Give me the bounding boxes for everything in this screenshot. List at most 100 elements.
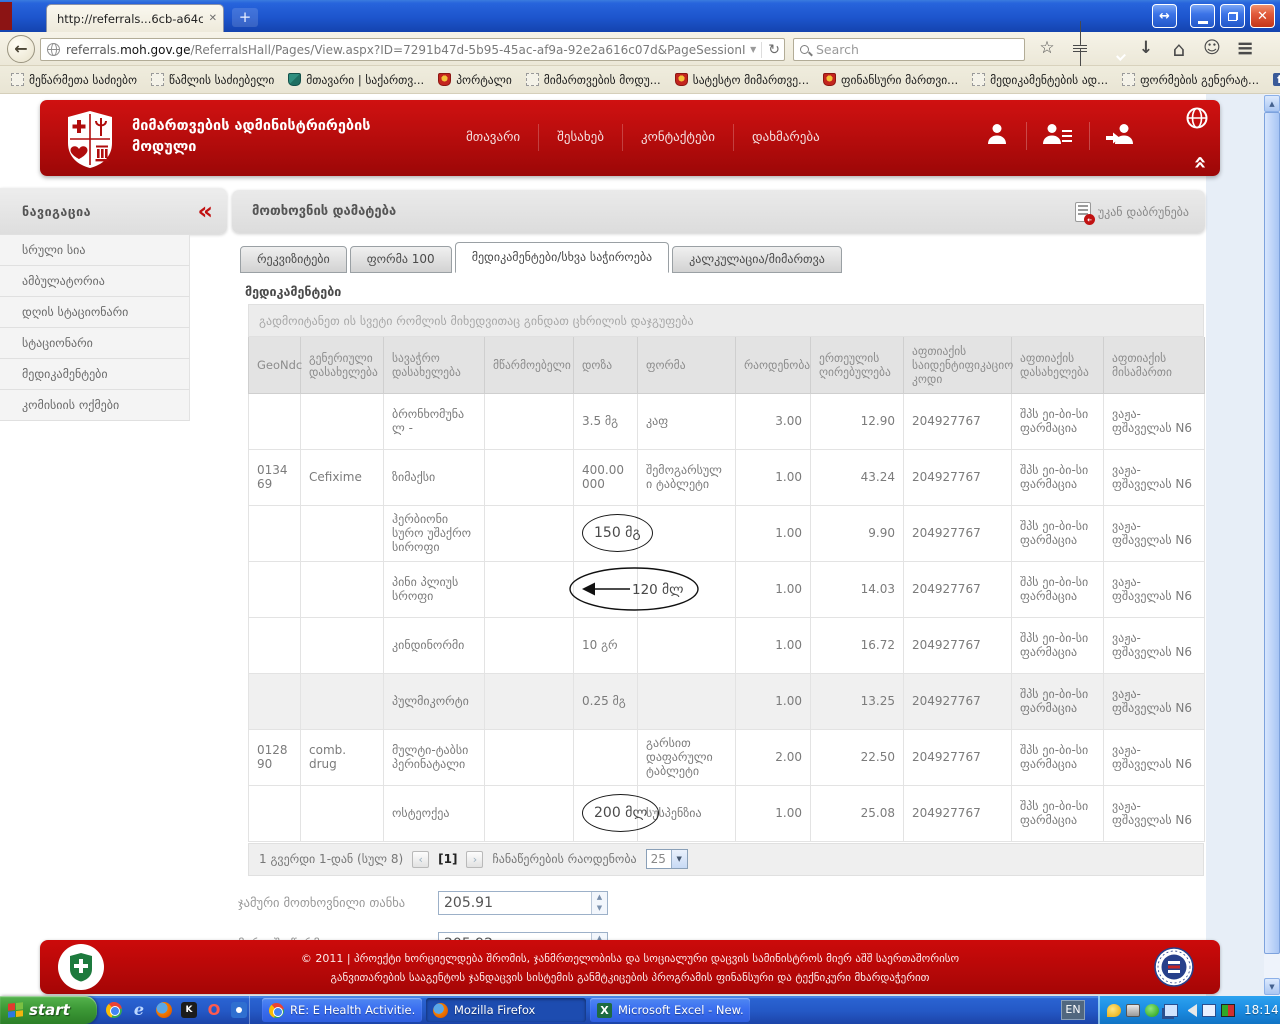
url-bar[interactable]: referrals.moh.gov.ge/ReferralsHall/Pages… (40, 38, 785, 61)
column-header[interactable]: აფთიაქის მისამართი (1104, 337, 1205, 393)
bookmark-item[interactable]: მეწარმეთა საძიებო (6, 71, 142, 89)
tray-messenger-icon[interactable] (1107, 1004, 1121, 1017)
sidebar-item[interactable]: მედიკამენტები (0, 359, 190, 390)
language-indicator[interactable]: EN (1061, 1000, 1085, 1020)
site-nav-link[interactable]: მთავარი (448, 124, 538, 151)
cell-qty: 1.00 (736, 505, 811, 561)
tab-close-icon[interactable]: ✕ (209, 13, 217, 24)
search-input[interactable] (816, 42, 1018, 57)
column-header[interactable]: ერთეულის ღირებულება (811, 337, 904, 393)
language-globe-icon[interactable] (1186, 107, 1208, 129)
bookmark-item[interactable]: მიმართვების მოდუ... (521, 71, 666, 89)
bookmark-item[interactable]: ფინანსური მართვი... (818, 71, 963, 89)
minimize-button[interactable] (1190, 4, 1215, 28)
column-header[interactable]: რაოდენობა (736, 337, 811, 393)
column-header[interactable]: ფორმა (638, 337, 736, 393)
home-icon[interactable]: ⌂ (1170, 39, 1188, 59)
kmplayer-icon[interactable]: K (181, 1002, 197, 1018)
go-back-button[interactable]: უკან დაბრუნება (1075, 202, 1205, 222)
start-button[interactable]: start (0, 996, 97, 1024)
close-button[interactable]: ✕ (1250, 4, 1275, 28)
column-header[interactable]: დოზა (574, 337, 638, 393)
page-size-select[interactable]: 25 ▼ (646, 849, 688, 869)
cell-pharmacy: შპს ეი-ბი-სი ფარმაცია (1012, 393, 1104, 449)
bookmark-star-icon[interactable]: ☆ (1038, 40, 1056, 57)
vertical-scrollbar[interactable]: ▲ ▼ (1264, 94, 1280, 996)
tab-scroll-icon[interactable]: ↔ (1152, 4, 1177, 28)
column-header[interactable]: სავაჭრო დასახელება (384, 337, 485, 393)
taskbar-task[interactable]: XMicrosoft Excel - New... (590, 998, 750, 1022)
reload-icon[interactable]: ↻ (761, 42, 780, 58)
downloads-icon[interactable]: ↓ (1137, 40, 1155, 57)
url-dropdown-icon[interactable]: ▼ (750, 45, 756, 54)
sidebar-item[interactable]: ამბულატორია (0, 266, 190, 297)
site-footer: © 2011 | პროექტი ხორციელდება შრომის, ჯან… (40, 940, 1220, 994)
sidebar-item[interactable]: კომისიის ოქმები (0, 390, 190, 421)
column-header[interactable]: მწარმოებელი (485, 337, 574, 393)
bookmark-item[interactable]: მთავარი | საქართვ... (283, 71, 429, 89)
next-page-button[interactable]: › (466, 851, 483, 868)
feedback-smiley-icon[interactable]: ☺ (1203, 40, 1221, 57)
tray-network-icon[interactable] (1164, 1004, 1178, 1017)
site-nav-link[interactable]: შესახებ (538, 124, 622, 151)
scroll-up-icon[interactable]: ▲ (1264, 95, 1280, 112)
profile-icon[interactable] (968, 122, 1026, 150)
browser-tab[interactable]: http://referrals...6cb-a64c6078eb1a ✕ (46, 4, 224, 32)
tray-printer-icon[interactable] (1126, 1004, 1140, 1017)
content-tab[interactable]: რეკვიზიტები (240, 246, 347, 273)
back-button[interactable]: ← (7, 35, 35, 63)
column-header[interactable]: აფთიაქის დასახელება (1012, 337, 1104, 393)
tray-app-icon[interactable] (1202, 1004, 1216, 1017)
scroll-top-icon[interactable]: « (1187, 155, 1212, 167)
bookmark-item[interactable]: ფორმების გენერატ... (1117, 71, 1264, 89)
tray-display-icon[interactable] (1221, 1004, 1235, 1017)
tray-update-icon[interactable] (1145, 1004, 1159, 1017)
column-header[interactable]: GeoNdc (249, 337, 301, 393)
spinner-buttons[interactable]: ▲▼ (591, 892, 607, 914)
content-tab[interactable]: ფორმა 100 (350, 246, 452, 273)
prev-page-button[interactable]: ‹ (412, 851, 429, 868)
site-identity-icon[interactable] (47, 43, 60, 56)
internet-explorer-icon[interactable]: e (131, 1002, 147, 1018)
chrome-icon[interactable] (106, 1002, 122, 1018)
pagination-info: 1 გვერდი 1-დან (სულ 8) (259, 852, 403, 866)
bookmark-label: ფინანსური მართვი... (841, 73, 958, 87)
cell-qty: 1.00 (736, 449, 811, 505)
opera-icon[interactable]: O (206, 1002, 222, 1018)
bookmark-item[interactable]: მედიკამენტების ად... (967, 71, 1113, 89)
cell-generic (301, 617, 384, 673)
cell-pharmacy: შპს ეი-ბი-სი ფარმაცია (1012, 449, 1104, 505)
column-header[interactable]: გენერიული დასახელება (301, 337, 384, 393)
site-nav-link[interactable]: კონტაქტები (622, 124, 733, 151)
scroll-down-icon[interactable]: ▼ (1264, 978, 1280, 995)
content-tab[interactable]: კალკულაცია/მიმართვა (672, 246, 842, 273)
bookmark-item[interactable]: წამლის საძიებელი (146, 71, 279, 89)
firefox-icon[interactable] (156, 1002, 172, 1018)
sidebar-collapse-icon[interactable]: « (197, 199, 227, 223)
bookmark-item[interactable]: სატესტო მიმართვე... (670, 71, 814, 89)
cell-manufacturer (485, 617, 574, 673)
new-tab-button[interactable]: + (232, 8, 258, 27)
search-box[interactable] (793, 38, 1025, 61)
bookmark-item[interactable]: პორტალი (433, 71, 517, 89)
taskbar-task[interactable]: Mozilla Firefox (426, 998, 586, 1022)
cell-address: ვაჟა-ფშაველას N6 (1104, 617, 1205, 673)
scrollbar-thumb[interactable] (1264, 112, 1280, 954)
sidebar-item[interactable]: დღის სტაციონარი (0, 297, 190, 328)
taskbar-task[interactable]: RE: E Health Activitie... (262, 998, 422, 1022)
content-tab[interactable]: მედიკამენტები/სხვა საჭიროება (455, 242, 669, 273)
fox-task-icon (433, 1003, 448, 1018)
logout-icon[interactable] (1089, 122, 1152, 150)
messenger-icon[interactable] (231, 1002, 247, 1018)
user-list-icon[interactable] (1026, 122, 1089, 150)
sidebar-item[interactable]: სრული სია (0, 235, 190, 266)
restore-button[interactable] (1220, 4, 1245, 28)
bookmark-item[interactable]: ffb.com (1268, 71, 1280, 89)
sidebar-item[interactable]: სტაციონარი (0, 328, 190, 359)
tray-volume-icon[interactable] (1183, 1004, 1197, 1017)
menu-hamburger-icon[interactable]: ≡ (1236, 38, 1254, 59)
column-header[interactable]: აფთიაქის საიდენტიფიკაციო კოდი (904, 337, 1012, 393)
search-icon (800, 45, 809, 54)
total-requested-input[interactable] (438, 891, 608, 915)
site-nav-link[interactable]: დახმარება (733, 124, 838, 151)
